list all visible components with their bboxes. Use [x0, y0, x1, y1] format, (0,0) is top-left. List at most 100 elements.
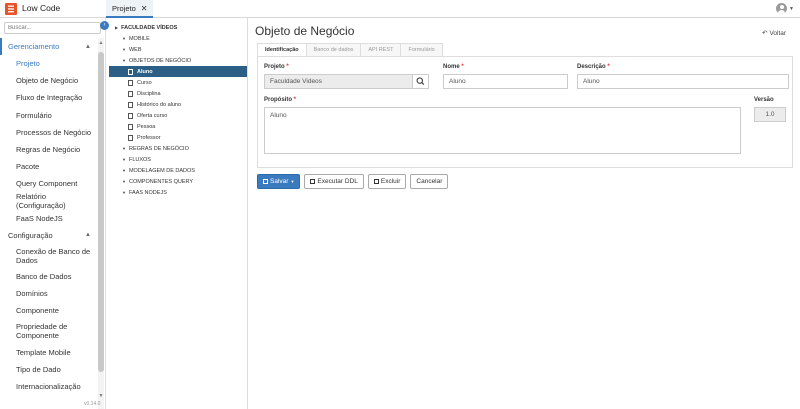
- triangle-down-icon: ▼: [122, 168, 126, 173]
- tree-node-label: MOBILE: [128, 35, 150, 42]
- sidebar-item-objeto-de-negocio[interactable]: Objeto de Negócio: [0, 72, 97, 89]
- sidebar-item-pacote[interactable]: Pacote: [0, 158, 97, 175]
- document-icon: [128, 68, 133, 75]
- tree-node-oferta[interactable]: Oferta curso: [109, 110, 247, 121]
- sidebar-item-internacionalizacao[interactable]: Internacionalização: [0, 378, 97, 395]
- tree-node-label: FACULDADE VÍDEOS: [121, 24, 178, 31]
- trash-icon: [373, 179, 379, 184]
- required-mark: *: [293, 97, 297, 103]
- project-tree: ▶ FACULDADE VÍDEOS ▼ MOBILE ▼ WEB ▼ OBJE…: [109, 22, 247, 409]
- tree-node-label: Histórico do aluno: [137, 101, 182, 108]
- sidebar-group-configuracao[interactable]: Configuração ▲: [0, 227, 97, 244]
- form-tabs: Identificação Banco de dados API REST Fo…: [257, 43, 443, 57]
- sidebar-item-processos-de-negocio[interactable]: Processos de Negócio: [0, 124, 97, 141]
- tree-node-disciplina[interactable]: Disciplina: [109, 88, 247, 99]
- cancel-button[interactable]: Cancelar: [410, 174, 449, 189]
- tab-api-rest[interactable]: API REST: [360, 43, 402, 56]
- sidebar-scrollbar[interactable]: ▲ ▼: [98, 38, 104, 409]
- close-icon[interactable]: ✕: [141, 0, 148, 17]
- tree-node-regras[interactable]: ▼ REGRAS DE NEGÓCIO: [109, 143, 247, 154]
- scroll-thumb[interactable]: [98, 52, 104, 372]
- tree-node-componentes[interactable]: ▼ COMPONENTES QUERY: [109, 176, 247, 187]
- scroll-down-icon[interactable]: ▼: [98, 393, 104, 399]
- document-icon: [128, 90, 133, 97]
- cancel-label: Cancelar: [416, 178, 443, 185]
- triangle-right-icon: ▶: [115, 25, 119, 30]
- tree-node-label: WEB: [128, 46, 142, 53]
- tab-identificacao[interactable]: Identificação: [257, 43, 307, 57]
- top-bar: Low Code Projeto ✕ ▼: [0, 0, 800, 18]
- sidebar-item-query-component[interactable]: Query Component: [0, 175, 97, 192]
- sidebar-item-formulario[interactable]: Formulário: [0, 107, 97, 124]
- save-button[interactable]: Salvar ▼: [257, 174, 301, 189]
- tree-node-objetos[interactable]: ▼ OBJETOS DE NEGÓCIO: [109, 55, 247, 66]
- tab-banco-de-dados[interactable]: Banco de dados: [305, 43, 362, 56]
- tree-node-aluno[interactable]: Aluno: [109, 66, 247, 77]
- sidebar-item-componente[interactable]: Componente: [0, 302, 97, 319]
- required-mark: *: [461, 64, 464, 70]
- tree-node-faas[interactable]: ▼ FAAS NODEJS: [109, 187, 247, 198]
- tree-node-pessoa[interactable]: Pessoa: [109, 121, 247, 132]
- tree-node-label: Pessoa: [137, 123, 156, 130]
- execute-ddl-button[interactable]: Executar DDL: [304, 174, 364, 189]
- tree-node-mobile[interactable]: ▼ MOBILE: [109, 33, 247, 44]
- proposito-label: Propósito *: [264, 97, 296, 103]
- tab-projeto[interactable]: Projeto ✕: [106, 0, 154, 18]
- caret-down-icon: ▼: [789, 5, 794, 12]
- required-mark: *: [607, 64, 610, 70]
- required-mark: *: [286, 64, 289, 70]
- sidebar-item-tipo-de-dado[interactable]: Tipo de Dado: [0, 361, 97, 378]
- proposito-label-text: Propósito: [264, 97, 292, 103]
- nome-label-text: Nome: [443, 64, 460, 70]
- app-version: v0.14.0: [84, 401, 101, 407]
- tree-node-professor[interactable]: Professor: [109, 132, 247, 143]
- delete-label: Excluir: [380, 178, 401, 185]
- tree-node-label: COMPONENTES QUERY: [128, 178, 194, 185]
- tree-node-label: FLUXOS: [128, 156, 151, 163]
- triangle-down-icon: ▼: [122, 47, 126, 52]
- user-icon: [776, 3, 788, 14]
- undo-icon: ↶: [762, 30, 768, 37]
- tree-node-curso[interactable]: Curso: [109, 77, 247, 88]
- tree-node-root[interactable]: ▶ FACULDADE VÍDEOS: [109, 22, 247, 33]
- app-root: Low Code Projeto ✕ ▼ Gerenciamento ▲ Pro…: [0, 0, 800, 409]
- sidebar-item-projeto[interactable]: Projeto: [0, 55, 97, 72]
- save-icon: [263, 179, 268, 184]
- tab-formulario[interactable]: Formulário: [400, 43, 443, 56]
- back-button[interactable]: ↶ Voltar: [762, 29, 787, 38]
- document-icon: [128, 134, 133, 141]
- user-menu[interactable]: ▼: [776, 3, 794, 14]
- sidebar-item-dominios[interactable]: Domínios: [0, 285, 97, 302]
- tree-node-fluxos[interactable]: ▼ FLUXOS: [109, 154, 247, 165]
- sidebar-item-regras-de-negocio[interactable]: Regras de Negócio: [0, 141, 97, 158]
- proposito-textarea[interactable]: Aluno: [264, 107, 741, 154]
- sidebar-item-banco-de-dados[interactable]: Banco de Dados: [0, 268, 97, 285]
- tree-node-label: OBJETOS DE NEGÓCIO: [128, 57, 192, 64]
- chevron-up-icon: ▲: [85, 43, 91, 50]
- back-label: Voltar: [769, 29, 787, 37]
- identificacao-panel: Projeto * Faculdade Videos Nome * Aluno …: [257, 56, 793, 168]
- sidebar-group-gerenciamento[interactable]: Gerenciamento ▲: [0, 38, 97, 55]
- sidebar-group-label: Gerenciamento: [8, 42, 60, 51]
- nome-field[interactable]: Aluno: [443, 74, 568, 89]
- search-input[interactable]: [4, 22, 101, 34]
- chevron-up-icon: ▲: [85, 232, 91, 239]
- document-icon: [128, 123, 133, 130]
- projeto-search-button[interactable]: [412, 74, 429, 89]
- delete-button[interactable]: Excluir: [367, 174, 407, 189]
- sidebar-group-label: Configuração: [8, 230, 53, 240]
- sidebar-item-propriedade-componente[interactable]: Propriedade de Componente: [0, 319, 97, 343]
- tree-node-modelagem[interactable]: ▼ MODELAGEM DE DADOS: [109, 165, 247, 176]
- tree-node-web[interactable]: ▼ WEB: [109, 44, 247, 55]
- sidebar-item-template-mobile[interactable]: Template Mobile: [0, 343, 97, 360]
- sidebar-item-faas-nodejs[interactable]: FaaS NodeJS: [0, 210, 97, 227]
- collapse-left-icon[interactable]: ‹: [100, 21, 109, 30]
- projeto-field[interactable]: Faculdade Videos: [264, 74, 418, 89]
- sidebar-item-fluxo-de-integracao[interactable]: Fluxo de Integração: [0, 89, 97, 106]
- sidebar-item-relatorio[interactable]: Relatório (Configuração): [0, 192, 97, 210]
- tree-node-historico[interactable]: Histórico do aluno: [109, 99, 247, 110]
- sidebar: Gerenciamento ▲ Projeto Objeto de Negóci…: [0, 18, 106, 409]
- scroll-up-icon[interactable]: ▲: [98, 40, 104, 46]
- descricao-field[interactable]: Aluno: [577, 74, 789, 89]
- sidebar-item-conexao-banco[interactable]: Conexão de Banco de Dados: [0, 244, 97, 268]
